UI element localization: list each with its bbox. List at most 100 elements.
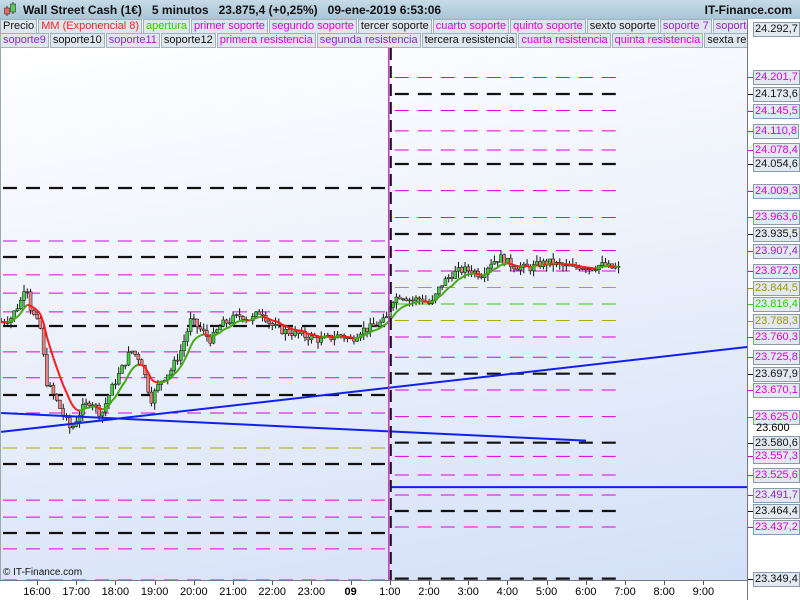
candle-body	[32, 310, 36, 315]
moving-average-segment	[209, 334, 214, 338]
candle-body	[437, 286, 441, 295]
moving-average-segment	[402, 304, 407, 308]
candle-body	[577, 266, 582, 270]
moving-average-segment	[369, 329, 374, 333]
candle-body	[535, 261, 539, 265]
legend-item-cuarto-soporte[interactable]: cuarto soporte	[432, 19, 510, 34]
candle-body	[378, 321, 382, 327]
candle-body	[228, 322, 232, 325]
candle-body	[270, 323, 275, 326]
candle-body	[365, 327, 369, 332]
candle-body	[283, 329, 288, 335]
moving-average-segment	[356, 336, 361, 340]
legend-item-primer-soporte[interactable]: primer soporte	[191, 19, 268, 34]
candle-body	[368, 323, 373, 332]
candle-body	[84, 402, 88, 405]
legend-item-sexto-soporte[interactable]: sexto soporte	[586, 19, 659, 34]
moving-average-segment	[111, 396, 117, 402]
copyright-text: © IT-Finance.com	[3, 567, 83, 578]
legend-item-quinta-resistencia[interactable]: quinta resistencia	[611, 33, 704, 48]
legend-item-tercera-resistencia[interactable]: tercera resistencia	[421, 33, 518, 48]
moving-average-segment	[582, 265, 587, 269]
moving-average-segment	[451, 281, 456, 287]
candle-body	[211, 331, 216, 344]
legend-item-soporte10[interactable]: soporte10	[49, 33, 105, 48]
moving-average-segment	[533, 264, 538, 268]
moving-average-segment	[127, 368, 133, 376]
moving-average-segment	[405, 303, 410, 307]
time-label: 18:00	[101, 586, 130, 598]
moving-average-segment	[395, 308, 401, 313]
legend-item-apertura[interactable]: apertura	[143, 19, 190, 34]
candle-body	[446, 277, 451, 279]
candle-body	[375, 325, 379, 328]
price-label: 24.145,5	[753, 103, 800, 119]
candle-body	[587, 268, 591, 271]
legend-item-sexta-resist[interactable]: sexta resist	[704, 33, 747, 48]
candle-body	[90, 404, 95, 407]
legend-item-primera-resistencia[interactable]: primera resistencia	[216, 33, 316, 48]
moving-average-segment	[200, 333, 204, 337]
price-label: 24.173,6	[753, 87, 800, 102]
legend-item-soporte12[interactable]: soporte12	[160, 33, 216, 48]
legend-item-mm-exponencial-8[interactable]: MM (Exponencial 8)	[38, 19, 143, 34]
candle-body	[316, 337, 320, 343]
time-tick	[193, 581, 195, 585]
legend-item-segunda-resistencia[interactable]: segunda resistencia	[316, 33, 421, 48]
moving-average-segment	[454, 278, 460, 284]
candle-body	[231, 315, 235, 324]
time-tick	[546, 581, 548, 585]
candle-body	[175, 359, 180, 362]
moving-average-segment	[546, 262, 551, 266]
moving-average-segment	[16, 312, 22, 318]
moving-average-segment	[605, 264, 609, 268]
candle-body	[286, 329, 291, 335]
candle-body	[290, 333, 294, 336]
candle-body	[136, 354, 141, 360]
candle-body	[381, 317, 386, 323]
legend-item-quinto-soporte[interactable]: quinto soporte	[510, 19, 586, 34]
legend-item-cuarta-resistencia[interactable]: cuarta resistencia	[518, 33, 611, 48]
moving-average-segment	[193, 336, 198, 342]
candle-body	[450, 277, 454, 279]
moving-average-segment	[72, 405, 78, 411]
candle-body	[71, 426, 75, 429]
moving-average-segment	[150, 378, 156, 383]
moving-average-segment	[559, 262, 564, 266]
legend-item-soporte-7[interactable]: soporte 7	[659, 19, 712, 34]
candle-body	[120, 365, 124, 374]
candle-body	[58, 399, 62, 409]
chart-canvas[interactable]	[1, 48, 747, 580]
candle-body	[443, 278, 448, 286]
legend-item-segundo-soporte[interactable]: segundo soporte	[268, 19, 357, 34]
moving-average-segment	[196, 334, 201, 339]
candle-body	[515, 268, 520, 271]
legend-item-soporte11[interactable]: soporte11	[105, 33, 160, 48]
price-label: 23.557,3	[753, 449, 800, 465]
time-label: 5:00	[535, 586, 558, 598]
legend-item-soporte9[interactable]: soporte9	[0, 33, 49, 48]
moving-average-segment	[409, 302, 414, 306]
moving-average-segment	[311, 333, 315, 336]
time-tick	[585, 581, 587, 585]
time-label: 9:00	[692, 586, 715, 598]
moving-average-segment	[89, 405, 93, 409]
candle-body	[440, 285, 444, 288]
moving-average-segment	[68, 399, 74, 407]
instrument-title: Wall Street Cash (1€) 5 minutos 23.875,4…	[23, 3, 442, 17]
price-chart[interactable]	[0, 48, 747, 580]
legend-item-precio[interactable]: Precio	[0, 19, 38, 34]
candle-body	[371, 323, 376, 327]
price-label: 24.110,8	[753, 123, 800, 139]
candle-body	[179, 350, 183, 361]
moving-average-segment	[458, 276, 463, 281]
legend-item-tercer-soporte[interactable]: tercer soporte	[357, 19, 432, 34]
moving-average-segment	[164, 379, 169, 383]
time-tick	[429, 581, 430, 585]
legend-item-soporte-8[interactable]: soporte 8	[712, 19, 747, 34]
moving-average-segment	[572, 263, 577, 267]
time-tick	[389, 581, 391, 585]
moving-average-segment	[222, 327, 227, 331]
time-tick	[76, 581, 78, 585]
moving-average-segment	[98, 407, 103, 411]
